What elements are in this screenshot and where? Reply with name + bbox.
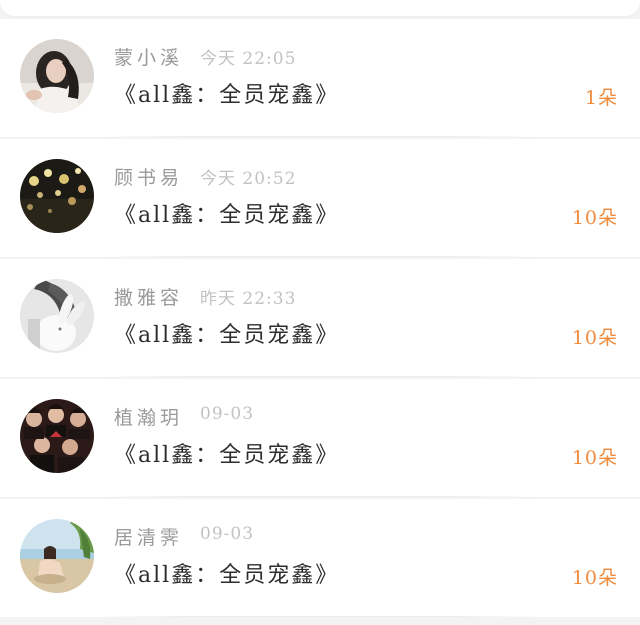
book-title[interactable]: 《all鑫：全员宠鑫》 — [114, 77, 339, 109]
divider — [98, 376, 540, 377]
sender-name[interactable]: 蒙小溪 — [114, 43, 183, 70]
timestamp: 今天 22:05 — [200, 49, 297, 69]
flower-count: 10朵 — [571, 447, 618, 469]
flower-count: 1朵 — [584, 87, 618, 109]
flower-count: 10朵 — [571, 207, 618, 229]
timestamp: 今天 20:52 — [200, 169, 297, 189]
group-photo-avatar[interactable] — [20, 399, 94, 473]
divider — [98, 256, 540, 257]
timestamp: 09-03 — [200, 524, 255, 544]
portrait-girl-avatar[interactable] — [20, 39, 94, 113]
divider — [98, 616, 540, 617]
divider — [98, 496, 540, 497]
gift-record-list: 蒙小溪 今天 22:05 《all鑫：全员宠鑫》 1朵 顾书易 今天 20:52… — [0, 19, 640, 619]
list-item[interactable]: 植瀚玥 09-03 《all鑫：全员宠鑫》 10朵 — [0, 379, 640, 497]
book-title[interactable]: 《all鑫：全员宠鑫》 — [114, 437, 339, 469]
divider — [98, 136, 540, 137]
list-item[interactable]: 居清霁 09-03 《all鑫：全员宠鑫》 10朵 — [0, 499, 640, 617]
list-item[interactable]: 顾书易 今天 20:52 《all鑫：全员宠鑫》 10朵 — [0, 139, 640, 257]
girl-with-plush-bunny-avatar[interactable] — [20, 279, 94, 353]
timestamp: 昨天 22:33 — [200, 289, 297, 309]
book-title[interactable]: 《all鑫：全员宠鑫》 — [114, 557, 339, 589]
list-item[interactable]: 撒雅容 昨天 22:33 《all鑫：全员宠鑫》 10朵 — [0, 259, 640, 377]
sender-name[interactable]: 顾书易 — [114, 163, 183, 190]
list-item[interactable]: 蒙小溪 今天 22:05 《all鑫：全员宠鑫》 1朵 — [0, 19, 640, 137]
book-title[interactable]: 《all鑫：全员宠鑫》 — [114, 197, 339, 229]
timestamp: 09-03 — [200, 404, 255, 424]
book-title[interactable]: 《all鑫：全员宠鑫》 — [114, 317, 339, 349]
previous-card-edge — [0, 0, 640, 16]
sender-name[interactable]: 撒雅容 — [114, 283, 183, 310]
flower-count: 10朵 — [571, 567, 618, 589]
sender-name[interactable]: 居清霁 — [114, 523, 183, 550]
flower-count: 10朵 — [571, 327, 618, 349]
sender-name[interactable]: 植瀚玥 — [114, 403, 183, 430]
beach-girl-avatar[interactable] — [20, 519, 94, 593]
night-lights-avatar[interactable] — [20, 159, 94, 233]
